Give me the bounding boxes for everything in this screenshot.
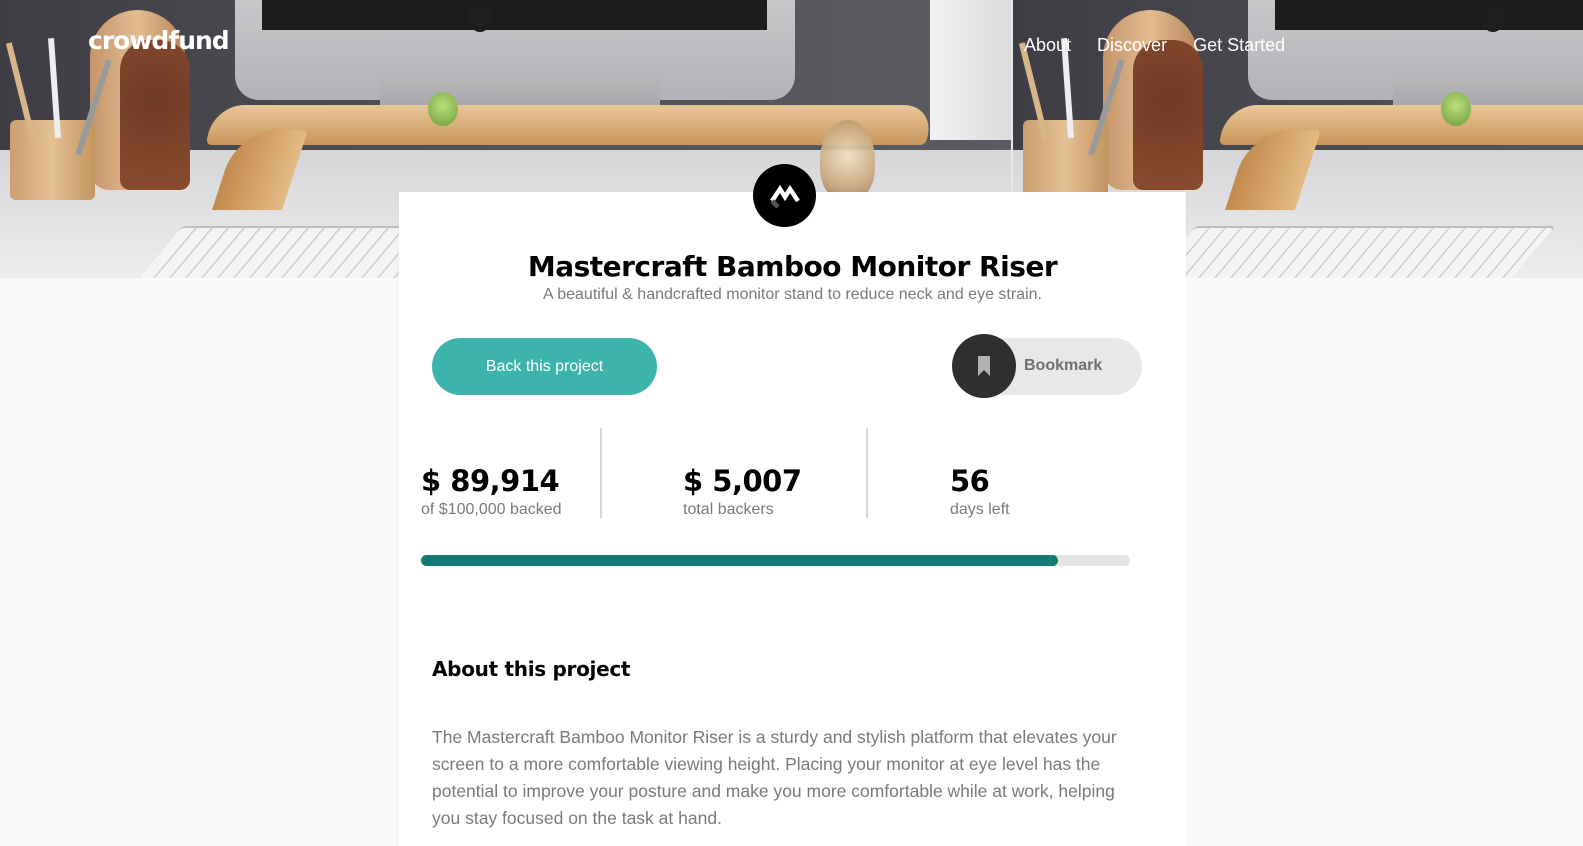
nav-get-started[interactable]: Get Started [1193, 35, 1285, 56]
main-nav: About Discover Get Started [1024, 35, 1285, 56]
bookmark-button[interactable]: Bookmark [952, 334, 1142, 398]
stat-divider [866, 428, 868, 518]
stat-backers-value: $ 5,007 [683, 464, 802, 498]
apple-logo-icon [468, 2, 492, 32]
site-logo[interactable]: crowdfund [88, 26, 230, 55]
project-title: Mastercraft Bamboo Monitor Riser [527, 250, 1058, 283]
about-heading: About this project [432, 657, 631, 681]
bookmark-label: Bookmark [1024, 357, 1103, 374]
stat-backed-value: $ 89,914 [421, 464, 560, 498]
stat-backers: $ 5,007 total backers [683, 464, 802, 520]
stat-backed: $ 89,914 of $100,000 backed [421, 464, 562, 520]
stat-divider [600, 428, 602, 518]
stat-backed-label: of $100,000 backed [421, 501, 562, 518]
bookmark-icon-circle [952, 334, 1016, 398]
stat-days-value: 56 [950, 464, 990, 498]
back-project-button[interactable]: Back this project [432, 338, 657, 395]
stat-days: 56 days left [950, 464, 1010, 520]
funding-progress-bar [421, 555, 1130, 566]
nav-about[interactable]: About [1024, 35, 1071, 56]
funding-progress-fill [421, 555, 1059, 566]
project-card: Mastercraft Bamboo Monitor Riser A beaut… [399, 192, 1186, 846]
mastercraft-logo-icon [753, 164, 816, 227]
nav-discover[interactable]: Discover [1097, 35, 1167, 56]
stat-days-label: days left [950, 501, 1010, 518]
project-subtitle: A beautiful & handcrafted monitor stand … [543, 286, 1042, 303]
stat-backers-label: total backers [683, 501, 774, 518]
bookmark-icon [978, 356, 990, 376]
about-paragraph: The Mastercraft Bamboo Monitor Riser is … [432, 727, 1117, 828]
